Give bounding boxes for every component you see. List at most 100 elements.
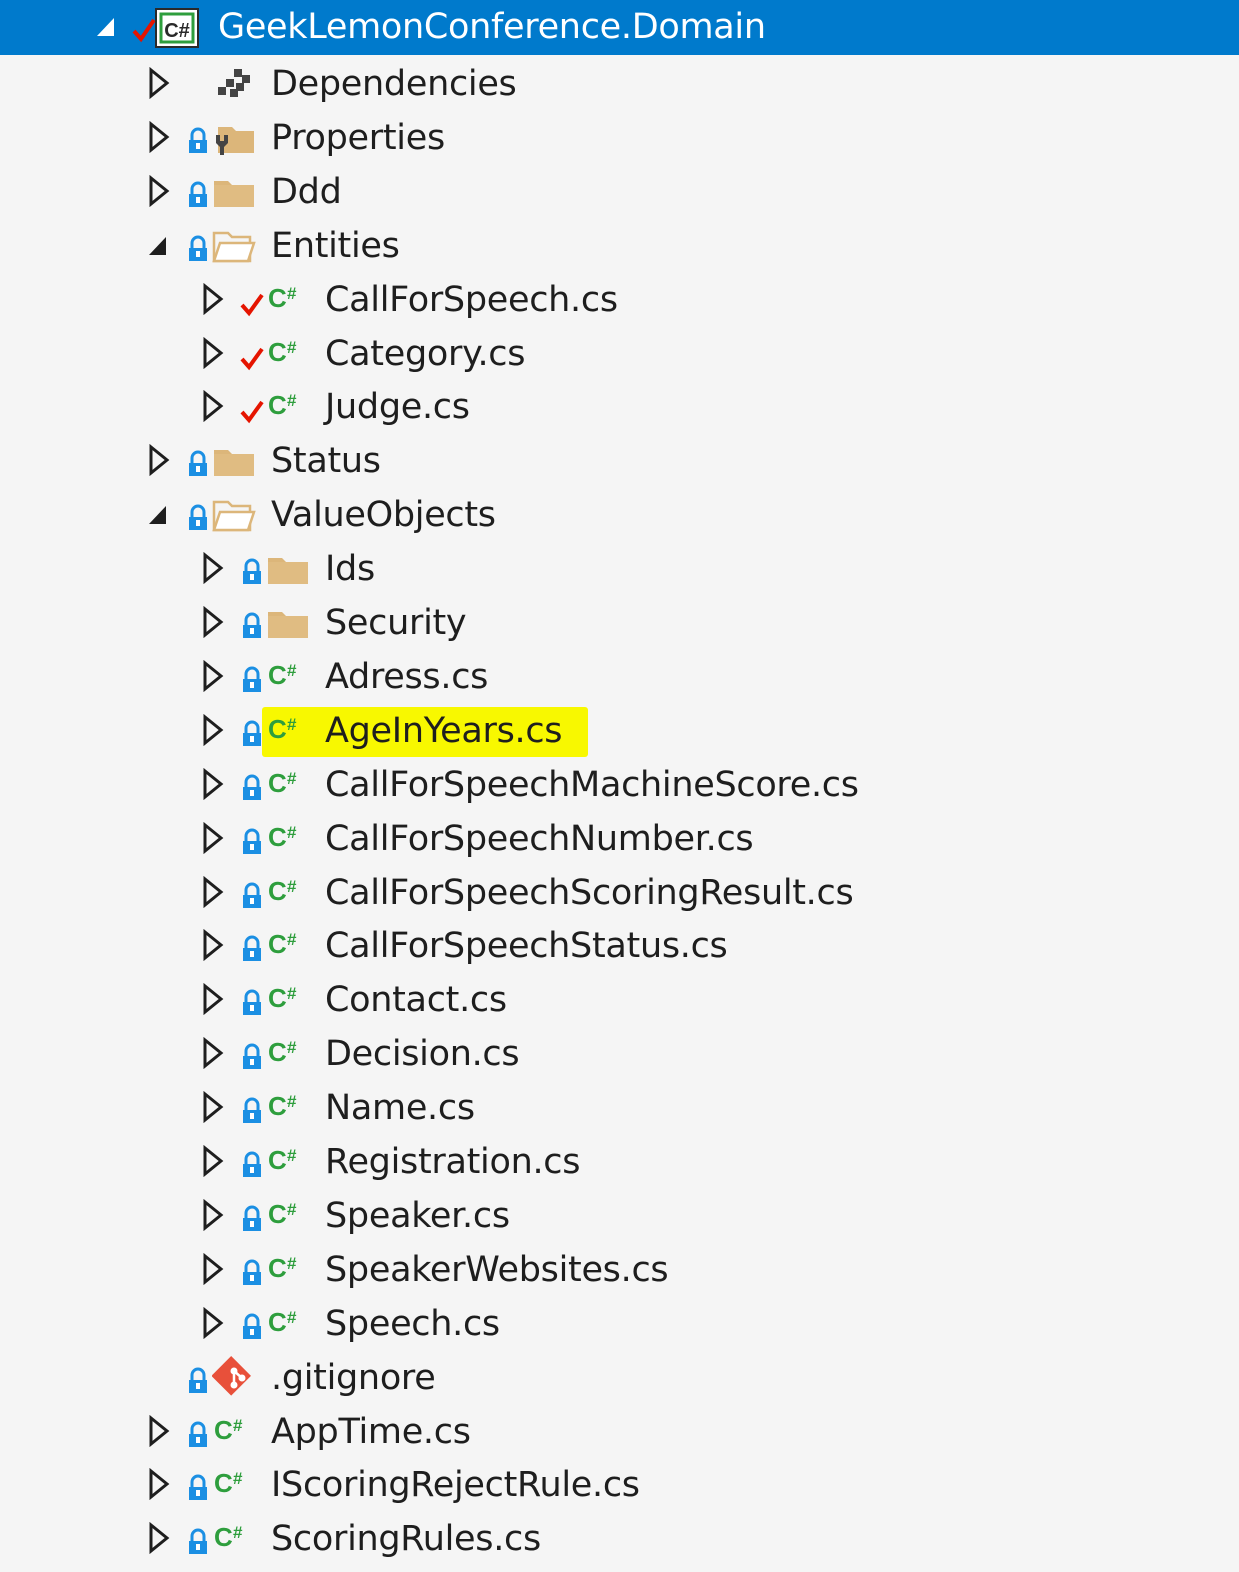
- collapsed-arrow-icon[interactable]: [199, 606, 227, 638]
- collapsed-arrow-icon[interactable]: [145, 1468, 173, 1501]
- svg-text:C: C: [268, 1199, 287, 1229]
- tree-item[interactable]: C # SpeakerWebsites.cs: [0, 1242, 1239, 1296]
- collapsed-arrow-icon[interactable]: [199, 1198, 227, 1231]
- tree-item[interactable]: C # Speech.cs: [0, 1296, 1239, 1350]
- lock-icon: [240, 1256, 264, 1285]
- svg-text:#: #: [233, 1469, 243, 1488]
- tree-item[interactable]: C # CallForSpeechScoringResult.cs: [0, 865, 1239, 919]
- lock-icon: [186, 501, 210, 531]
- collapsed-arrow-icon[interactable]: [199, 1145, 227, 1177]
- tree-item[interactable]: C # Category.cs: [0, 326, 1239, 380]
- svg-text:#: #: [233, 1523, 243, 1542]
- csharp-file-icon: C #: [266, 277, 310, 321]
- collapsed-arrow-icon[interactable]: [199, 713, 227, 746]
- tree-item[interactable]: Properties: [0, 110, 1239, 164]
- tree-item-label: Decision.cs: [325, 1034, 520, 1075]
- tree-item-label: IScoringRejectRule.cs: [271, 1465, 640, 1506]
- csharp-file-icon: C #: [266, 923, 310, 967]
- tree-item[interactable]: C # CallForSpeech.cs: [0, 272, 1239, 326]
- collapsed-arrow-icon[interactable]: [199, 1306, 227, 1339]
- tree-item[interactable]: .gitignore: [0, 1350, 1239, 1404]
- svg-text:C: C: [268, 660, 287, 690]
- collapsed-arrow-icon[interactable]: [199, 1037, 227, 1070]
- svg-text:C: C: [268, 390, 287, 420]
- project-name: GeekLemonConference.Domain: [218, 7, 766, 47]
- collapsed-arrow-icon[interactable]: [145, 1414, 173, 1447]
- tree-item[interactable]: Dependencies: [0, 56, 1239, 110]
- tree-item[interactable]: C # AgeInYears.cs: [0, 703, 1239, 757]
- tree-item-label: Speaker.cs: [325, 1195, 510, 1236]
- lock-icon: [240, 986, 264, 1016]
- collapsed-arrow-icon[interactable]: [145, 67, 173, 99]
- tree-item[interactable]: C # CallForSpeechMachineScore.cs: [0, 757, 1239, 811]
- tree-item-label: SpeakerWebsites.cs: [325, 1249, 669, 1290]
- tree-item[interactable]: C # ScoringRules.cs: [0, 1511, 1239, 1565]
- svg-text:#: #: [287, 715, 297, 734]
- lock-icon: [240, 1310, 264, 1339]
- lock-icon: [240, 1148, 264, 1177]
- csharp-file-icon: C #: [212, 1462, 256, 1506]
- tree-item-label: ValueObjects: [271, 495, 496, 536]
- lock-icon: [240, 1094, 264, 1124]
- svg-text:C: C: [268, 822, 287, 852]
- collapsed-arrow-icon[interactable]: [199, 929, 227, 962]
- lock-icon: [186, 1364, 210, 1393]
- lock-icon: [240, 555, 264, 585]
- collapsed-arrow-icon[interactable]: [199, 875, 227, 908]
- tree-item-label: CallForSpeechScoringResult.cs: [325, 872, 854, 913]
- tree-item-label: Ids: [325, 549, 375, 590]
- tree-item[interactable]: C # Speaker.cs: [0, 1188, 1239, 1242]
- tree-item[interactable]: C # Contact.cs: [0, 972, 1239, 1026]
- lock-icon: [240, 1202, 264, 1231]
- folder-open-icon: [212, 492, 256, 536]
- csharp-file-icon: C #: [266, 384, 310, 428]
- tree-item-label: Name.cs: [325, 1088, 475, 1129]
- tree-item[interactable]: Ddd: [0, 164, 1239, 218]
- collapsed-arrow-icon[interactable]: [145, 1522, 173, 1555]
- collapsed-arrow-icon[interactable]: [145, 444, 173, 477]
- collapsed-arrow-icon[interactable]: [199, 336, 227, 369]
- expanded-arrow-icon[interactable]: [145, 229, 173, 261]
- tree-item[interactable]: Ids: [0, 541, 1239, 595]
- tree-item[interactable]: Entities: [0, 218, 1239, 272]
- tree-item-label: Status: [271, 441, 381, 482]
- csharp-file-icon: C #: [266, 1031, 310, 1075]
- tree-item[interactable]: C # Judge.cs: [0, 379, 1239, 433]
- csharp-file-icon: C #: [212, 1516, 256, 1560]
- collapsed-arrow-icon[interactable]: [199, 983, 227, 1016]
- collapsed-arrow-icon[interactable]: [199, 767, 227, 800]
- collapsed-arrow-icon[interactable]: [199, 282, 227, 315]
- tree-item-label: Judge.cs: [325, 387, 470, 428]
- tree-item[interactable]: C # Adress.cs: [0, 649, 1239, 703]
- collapsed-arrow-icon[interactable]: [199, 821, 227, 854]
- collapsed-arrow-icon[interactable]: [199, 390, 227, 423]
- tree-item[interactable]: C # AppTime.cs: [0, 1404, 1239, 1458]
- svg-text:#: #: [287, 338, 297, 357]
- expanded-arrow-icon[interactable]: [94, 12, 122, 44]
- tree-item-label: Speech.cs: [325, 1303, 500, 1344]
- tree-item[interactable]: Security: [0, 595, 1239, 649]
- tree-item[interactable]: C # Decision.cs: [0, 1026, 1239, 1080]
- expanded-arrow-icon[interactable]: [145, 498, 173, 530]
- tree-item-label: ScoringRules.cs: [271, 1519, 541, 1560]
- tree-item-label: Dependencies: [271, 64, 517, 104]
- collapsed-arrow-icon[interactable]: [199, 1091, 227, 1124]
- tree-item[interactable]: C # Name.cs: [0, 1080, 1239, 1134]
- tree-item[interactable]: C # CallForSpeechStatus.cs: [0, 918, 1239, 972]
- project-node[interactable]: C# GeekLemonConference.Domain: [0, 0, 1239, 55]
- lock-icon: [186, 124, 210, 153]
- lock-icon: [186, 1418, 210, 1447]
- tree-item[interactable]: C # Registration.cs: [0, 1134, 1239, 1188]
- tree-item[interactable]: C # IScoringRejectRule.cs: [0, 1457, 1239, 1511]
- tree-item-label: AgeInYears.cs: [325, 710, 563, 751]
- csharp-file-icon: C #: [266, 331, 310, 375]
- tree-item[interactable]: C # CallForSpeechNumber.cs: [0, 811, 1239, 865]
- tree-item[interactable]: Status: [0, 433, 1239, 487]
- collapsed-arrow-icon[interactable]: [199, 1252, 227, 1285]
- collapsed-arrow-icon[interactable]: [199, 552, 227, 585]
- collapsed-arrow-icon[interactable]: [145, 174, 173, 207]
- collapsed-arrow-icon[interactable]: [145, 120, 173, 153]
- tree-item[interactable]: ValueObjects: [0, 487, 1239, 541]
- collapsed-arrow-icon[interactable]: [199, 659, 227, 692]
- svg-text:#: #: [287, 823, 297, 842]
